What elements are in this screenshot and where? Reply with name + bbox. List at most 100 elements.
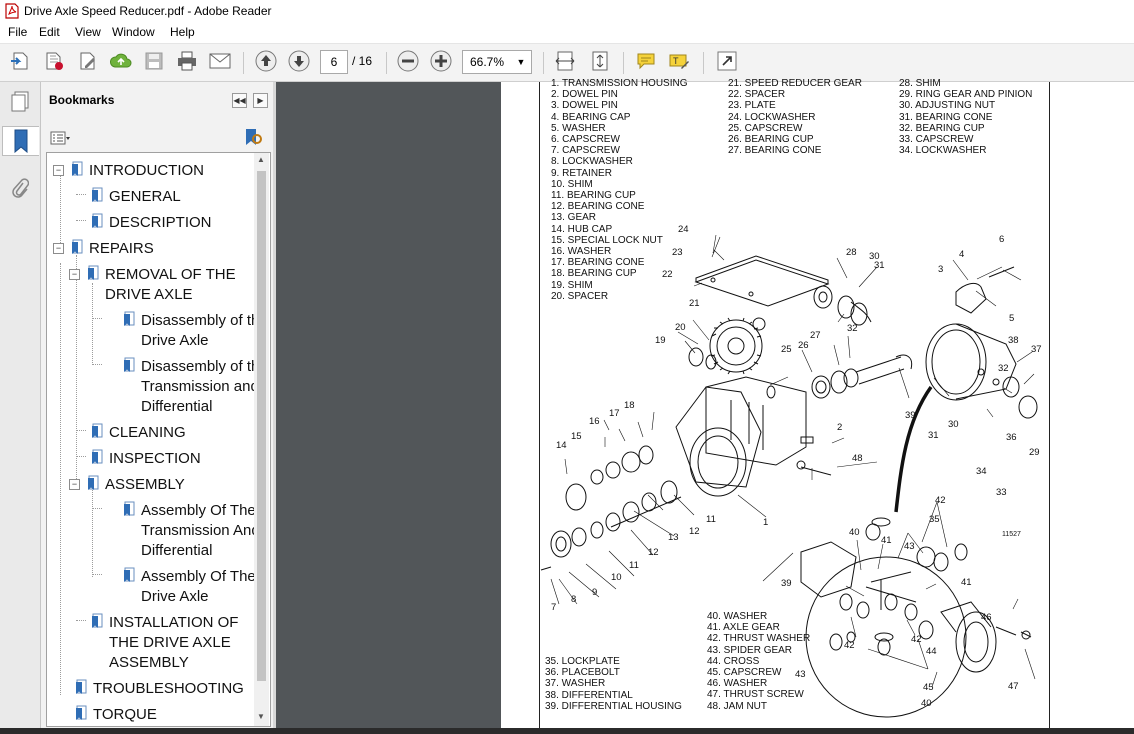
callout-number: 46: [981, 612, 992, 623]
callout-number: 9: [592, 587, 598, 598]
callout-number: 38: [1008, 335, 1019, 346]
print-button[interactable]: [174, 49, 200, 73]
callout-number: 39: [781, 578, 792, 589]
bookmark-label: Disassembly of the Transmission and Diff…: [141, 358, 268, 415]
hide-panel-button[interactable]: ▶: [253, 93, 268, 108]
callout-number: 20: [675, 322, 686, 333]
bookmark-item[interactable]: Disassembly of the Transmission and Diff…: [123, 357, 268, 417]
callout-number: 44: [926, 646, 937, 657]
speech-bubble-icon: [637, 53, 655, 70]
svg-text:T: T: [673, 56, 679, 66]
bookmarks-header: Bookmarks: [49, 93, 115, 107]
bookmark-item[interactable]: GENERAL: [91, 187, 181, 207]
next-page-button[interactable]: [286, 49, 312, 73]
highlight-button[interactable]: T: [666, 49, 692, 73]
collapse-panel-button[interactable]: ◀◀: [232, 93, 247, 108]
callout-number: 3: [938, 264, 944, 275]
collapse-toggle-icon[interactable]: −: [69, 269, 80, 280]
bookmark-icon: [92, 423, 103, 438]
callout-number: 2: [837, 422, 843, 433]
bookmark-icon: [124, 567, 135, 582]
bookmarks-scrollbar[interactable]: ▲ ▼: [254, 153, 269, 726]
zoom-dropdown-button[interactable]: ▼: [511, 50, 532, 74]
full-screen-button[interactable]: [714, 49, 740, 73]
bookmark-item[interactable]: INSTALLATION OF THE DRIVE AXLE ASSEMBLY: [91, 613, 238, 673]
bookmark-icon: [124, 357, 135, 372]
bookmarks-panel: Bookmarks ◀◀ ▶ − INTRODUCTION GENERAL DESCR…: [41, 82, 273, 734]
callout-number: 27: [810, 330, 821, 341]
bookmark-options-button[interactable]: [50, 130, 76, 146]
collapse-toggle-icon[interactable]: −: [69, 479, 80, 490]
bookmark-item[interactable]: INSPECTION: [91, 449, 201, 469]
menu-window[interactable]: Window: [112, 25, 155, 39]
callout-number: 21: [689, 298, 700, 309]
callout-number: 33: [996, 487, 1007, 498]
callout-number: 13: [668, 532, 679, 543]
bookmark-item[interactable]: TORQUE: [75, 705, 157, 725]
bookmark-item[interactable]: − REPAIRS: [53, 239, 154, 259]
save-icon: [145, 52, 163, 70]
attachments-button[interactable]: [6, 174, 34, 202]
highlighter-icon: T: [669, 54, 689, 69]
zoom-level-input[interactable]: 66.7%: [462, 50, 512, 74]
bookmark-item[interactable]: Disassembly of the Drive Axle: [123, 311, 268, 351]
fit-page-button[interactable]: [587, 49, 613, 73]
menu-view[interactable]: View: [75, 25, 101, 39]
menu-edit[interactable]: Edit: [39, 25, 60, 39]
callout-number: 42: [935, 495, 946, 506]
combine-files-button[interactable]: [41, 49, 67, 73]
create-pdf-button[interactable]: [7, 49, 33, 73]
bookmark-item[interactable]: CLEANING: [91, 423, 186, 443]
fit-width-button[interactable]: [552, 49, 578, 73]
bookmark-label: REMOVAL OF THE DRIVE AXLE: [105, 266, 236, 303]
comment-button[interactable]: [633, 49, 659, 73]
paperclip-icon: [12, 178, 29, 198]
scroll-up-icon[interactable]: ▲: [257, 155, 265, 164]
document-viewer[interactable]: 1. TRANSMISSION HOUSING 2. DOWEL PIN 3. …: [276, 78, 1134, 734]
expand-bookmark-button[interactable]: [243, 127, 265, 147]
options-list-icon: [50, 131, 70, 145]
collapse-toggle-icon[interactable]: −: [53, 165, 64, 176]
bookmark-item[interactable]: Assembly Of The Drive Axle: [123, 567, 256, 607]
bookmark-item[interactable]: − REMOVAL OF THE DRIVE AXLE: [69, 265, 236, 305]
zoom-in-button[interactable]: [428, 49, 454, 73]
bookmark-icon: [92, 613, 103, 628]
save-button[interactable]: [141, 49, 167, 73]
bookmark-label: Assembly Of The Drive Axle: [141, 568, 256, 605]
scrollbar-thumb[interactable]: [257, 171, 266, 681]
callout-number: 11: [629, 560, 639, 571]
bookmark-item[interactable]: − ASSEMBLY: [69, 475, 185, 495]
callout-number: 6: [999, 234, 1005, 245]
bookmarks-panel-button[interactable]: [2, 126, 39, 156]
bookmark-label: TORQUE: [93, 706, 157, 723]
callout-number: 32: [847, 323, 858, 334]
printer-icon: [178, 51, 196, 71]
arrow-up-circle-icon: [255, 50, 277, 72]
previous-page-button[interactable]: [253, 49, 279, 73]
bookmark-item[interactable]: TROUBLESHOOTING: [75, 679, 244, 699]
callout-number: 34: [976, 466, 987, 477]
edit-pdf-button[interactable]: [75, 49, 101, 73]
menu-file[interactable]: File: [8, 25, 27, 39]
page-thumbnails-button[interactable]: [6, 88, 34, 116]
bookmark-item[interactable]: − INTRODUCTION: [53, 161, 204, 181]
callout-number: 32: [998, 363, 1009, 374]
callout-number: 43: [904, 541, 915, 552]
email-button[interactable]: [207, 49, 233, 73]
arrow-down-circle-icon: [288, 50, 310, 72]
scroll-down-icon[interactable]: ▼: [257, 712, 265, 721]
bookmark-label: GENERAL: [109, 188, 181, 205]
callout-number: 1: [763, 517, 769, 528]
double-chevron-left-icon: ◀◀: [233, 96, 246, 105]
page-number-input[interactable]: 6: [320, 50, 348, 74]
bookmark-icon: [76, 679, 87, 694]
collapse-toggle-icon[interactable]: −: [53, 243, 64, 254]
bookmark-icon: [124, 311, 135, 326]
menu-help[interactable]: Help: [170, 25, 195, 39]
navigation-pane-rail: [0, 82, 41, 734]
upload-cloud-button[interactable]: [108, 49, 134, 73]
bookmark-item[interactable]: Assembly Of The Transmission And Differe…: [123, 501, 260, 561]
bookmark-item[interactable]: DESCRIPTION: [91, 213, 212, 233]
zoom-out-button[interactable]: [395, 49, 421, 73]
callout-number: 31: [874, 260, 885, 271]
